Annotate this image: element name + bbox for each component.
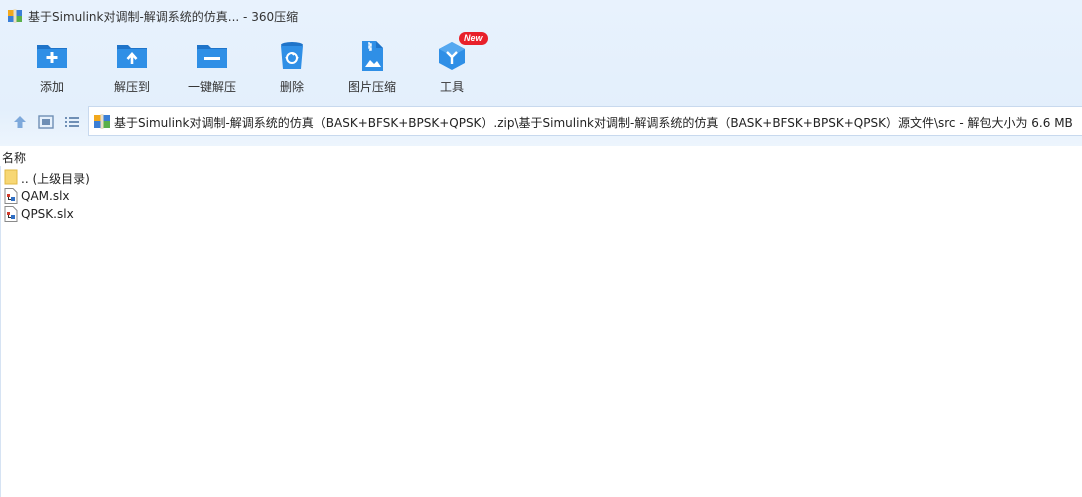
add-label: 添加 [39,80,64,94]
image-compress-icon [362,41,383,71]
column-header-name[interactable]: 名称 [2,149,26,166]
list-item-name: QAM.slx [21,189,70,203]
list-item-name: QPSK.slx [21,207,74,221]
address-bar[interactable]: 基于Simulink对调制-解调系统的仿真（BASK+BFSK+BPSK+QPS… [88,106,1082,136]
tools-button[interactable]: New 工具 [411,32,493,98]
folder-icon [4,169,18,185]
new-badge: New [459,32,488,45]
archive-app-icon [8,9,22,23]
folder-extract-icon [117,45,147,68]
list-item-name: .. (上级目录) [21,172,90,186]
folder-add-icon [37,45,67,68]
simulink-file-icon [4,206,18,222]
folder-quick-extract-icon [197,45,227,68]
thumbnail-view-icon[interactable] [37,113,55,131]
list-item-parent-dir[interactable]: .. (上级目录) [0,168,600,186]
title-bar: 基于Simulink对调制-解调系统的仿真... - 360压缩 [0,0,1082,32]
quick-extract-label: 一键解压 [187,80,236,94]
delete-label: 删除 [279,80,304,94]
up-arrow-icon[interactable] [11,113,29,131]
image-compress-button[interactable]: 图片压缩 [331,36,413,98]
toolbar: 添加 解压到 一键解压 删除 图片压缩 New 工具 [0,32,1082,98]
image-compress-label: 图片压缩 [347,80,396,94]
extract-to-label: 解压到 [113,80,150,94]
tools-label: 工具 [439,80,464,94]
address-path: 基于Simulink对调制-解调系统的仿真（BASK+BFSK+BPSK+QPS… [114,116,1073,130]
top-chrome: 基于Simulink对调制-解调系统的仿真... - 360压缩 添加 解压到 [0,0,1082,146]
list-item-qpsk[interactable]: QPSK.slx [0,205,600,223]
list-item-qam[interactable]: QAM.slx [0,187,600,205]
trash-icon [281,42,303,69]
add-button[interactable]: 添加 [11,36,93,98]
archive-file-icon [94,114,110,129]
simulink-file-icon [4,188,18,204]
list-header: 名称 [0,146,1082,166]
quick-extract-button[interactable]: 一键解压 [171,36,253,98]
navigation-bar: 基于Simulink对调制-解调系统的仿真（BASK+BFSK+BPSK+QPS… [0,106,1082,138]
delete-button[interactable]: 删除 [251,36,333,98]
list-view-icon[interactable] [63,113,81,131]
extract-to-button[interactable]: 解压到 [91,36,173,98]
window-title: 基于Simulink对调制-解调系统的仿真... - 360压缩 [28,10,299,24]
